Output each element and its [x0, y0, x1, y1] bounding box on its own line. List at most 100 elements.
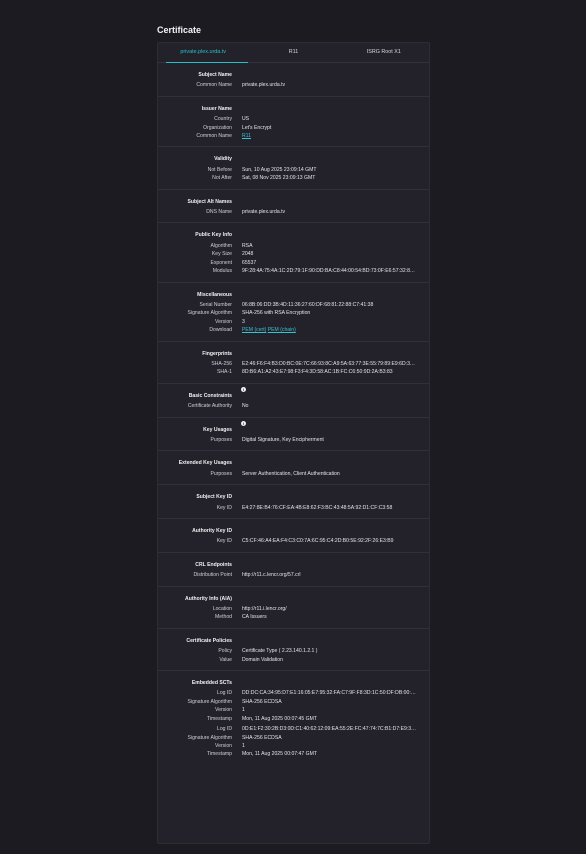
- field-value: 65537: [242, 259, 257, 266]
- field-value: SHA-256 ECDSA: [242, 734, 282, 741]
- section-heading: Authority Key ID: [192, 528, 232, 534]
- section-heading: Key Usages: [203, 426, 232, 433]
- field-value: 2048: [242, 251, 254, 258]
- field-value: Mon, 11 Aug 2025 00:07:47 GMT: [242, 751, 317, 758]
- field-value: US: [242, 116, 250, 123]
- field-value: 3: [242, 318, 245, 325]
- section-heading: Fingerprints: [202, 350, 232, 357]
- validity-section: Validity Not Before Sun, 10 Aug 2025 23:0…: [158, 147, 429, 190]
- certificate-tabs: private.plex.urda.tv R11 ISRG Root X1: [158, 43, 429, 63]
- field-value: http://r11.i.lencr.org/: [242, 606, 287, 613]
- section-heading: Subject Name: [198, 72, 232, 78]
- field-value: SHA-256 with RSA Encryption: [242, 310, 311, 317]
- field-value: C5:CF:46:A4:EA:F4:C3:C0:7A:6C:95:C4:2D:B…: [242, 538, 394, 545]
- extended-key-usages-section: Extended Key Usages Purposes Server Authe…: [158, 451, 429, 486]
- field-label: SHA-256: [211, 360, 232, 367]
- section-heading: Public Key Info: [195, 232, 232, 239]
- issuer-link[interactable]: R11: [242, 133, 251, 139]
- certificate-card: private.plex.urda.tv R11 ISRG Root X1 Su…: [157, 42, 430, 844]
- info-icon[interactable]: i: [241, 420, 246, 426]
- field-label: Distribution Point: [193, 572, 232, 579]
- field-value: Sat, 08 Nov 2025 23:09:13 GMT: [242, 175, 316, 182]
- field-label: Location: [212, 606, 232, 613]
- download-pem-chain-link[interactable]: PEM (chain): [268, 327, 296, 333]
- field-value: 1: [242, 707, 245, 714]
- certificate-policies-section: Certificate Policies Policy Certificate T…: [158, 629, 429, 672]
- key-usages-section: Key Usages i Purposes Digital Signature, K…: [158, 418, 429, 452]
- field-value: 8D:B6:A1:A2:43:E7:98:F3:F4:3D:58:AC:1B:F…: [242, 369, 393, 376]
- field-label: Log ID: [216, 726, 232, 733]
- authority-info-section: Authority Info (AIA) Location http://r11.…: [158, 587, 429, 629]
- field-label: Not After: [212, 175, 232, 182]
- field-label: Country: [214, 116, 232, 123]
- field-label: Version: [215, 742, 232, 749]
- basic-constraints-section: Basic Constraints i Certificate Authority…: [158, 384, 429, 418]
- field-label: Timestamp: [206, 751, 232, 758]
- subject-key-id-section: Subject Key ID Key ID E4:27:8E:B4:76:CF:E…: [158, 485, 429, 519]
- field-label: Exponent: [210, 259, 232, 266]
- field-value: No: [242, 403, 249, 410]
- authority-key-id-section: Authority Key ID Key ID C5:CF:46:A4:EA:F4…: [158, 519, 429, 553]
- field-value: 1: [242, 742, 245, 749]
- tab-leaf-certificate[interactable]: private.plex.urda.tv: [158, 43, 249, 63]
- field-label: Signature Algorithm: [187, 698, 232, 705]
- field-value: Let's Encrypt: [242, 124, 272, 131]
- tab-intermediate-certificate[interactable]: R11: [248, 43, 338, 62]
- field-value: SHA-256 ECDSA: [242, 698, 282, 705]
- field-label: Timestamp: [206, 715, 232, 722]
- field-label: Organization: [203, 124, 232, 131]
- field-label: Key ID: [216, 538, 232, 545]
- field-label: Modulus: [212, 268, 232, 275]
- fingerprints-section: Fingerprints SHA-256 E2:46:F6:F4:B3:D0:BC…: [158, 342, 429, 384]
- field-value: 9F:28:4A:75:4A:1C:2D:79:1F:90:DD:BA:C8:4…: [242, 268, 418, 275]
- field-label: Not Before: [207, 166, 232, 173]
- field-label: SHA-1: [216, 369, 232, 376]
- page-title: Certificate: [157, 25, 202, 35]
- field-label: Certificate Authority: [187, 403, 232, 410]
- field-value: http://r11.c.lencr.org/57.crl: [242, 572, 301, 579]
- field-label: Version: [215, 318, 232, 325]
- public-key-info-section: Public Key Info Algorithm RSA Key Size 204…: [158, 223, 429, 283]
- field-label: Signature Algorithm: [187, 734, 232, 741]
- field-label: Key Size: [211, 251, 232, 258]
- section-heading: CRL Endpoints: [195, 561, 232, 568]
- field-value: 06:8B:06:DD:3B:4D:11:36:27:60:DF:68:81:2…: [242, 301, 374, 308]
- section-heading: Subject Alt Names: [187, 198, 232, 205]
- field-label: Policy: [218, 648, 232, 655]
- subject-alt-names-section: Subject Alt Names DNS Name private.plex.u…: [158, 190, 429, 224]
- field-label: Serial Number: [199, 301, 232, 308]
- field-label: Key ID: [216, 504, 232, 511]
- field-label: Signature Algorithm: [187, 310, 232, 317]
- field-label: Algorithm: [210, 242, 232, 249]
- field-value: CA Issuers: [242, 614, 267, 621]
- field-value: private.plex.urda.tv: [242, 209, 286, 216]
- field-label: Common Name: [196, 82, 232, 89]
- field-value: E2:46:F6:F4:B3:D0:BC:0E:7C:66:93:8C:A9:5…: [242, 360, 418, 367]
- field-value: E4:27:8E:B4:76:CF:EA:4B:E8:62:F3:BC:43:4…: [242, 504, 393, 511]
- section-heading: Validity: [214, 156, 232, 163]
- field-value: Certificate Type ( 2.23.140.1.2.1 ): [242, 648, 318, 655]
- section-heading: Extended Key Usages: [178, 460, 232, 467]
- field-value: DD:DC:CA:34:95:D7:E1:16:05:E7:95:32:FA:C…: [242, 690, 418, 697]
- section-heading: Miscellaneous: [197, 291, 232, 298]
- field-value: Domain Validation: [242, 656, 283, 663]
- embedded-scts-section: Embedded SCTs Log ID DD:DC:CA:34:95:D7:E1…: [158, 671, 429, 765]
- field-value: Sun, 10 Aug 2025 23:09:14 GMT: [242, 166, 317, 173]
- field-value: private.plex.urda.tv: [242, 82, 286, 89]
- field-label: Purposes: [210, 470, 232, 477]
- field-label: Method: [215, 614, 232, 621]
- field-label: Log ID: [216, 690, 232, 697]
- tab-root-certificate[interactable]: ISRG Root X1: [339, 43, 429, 62]
- crl-endpoints-section: CRL Endpoints Distribution Point http://r…: [158, 553, 429, 587]
- subject-name-section: Subject Name Common Name private.plex.urd…: [158, 63, 429, 97]
- field-value: Server Authentication, Client Authentica…: [242, 470, 340, 477]
- field-value: RSA: [242, 242, 253, 249]
- field-value: 0D:E1:F2:30:2B:D3:0D:C1:40:62:12:09:EA:5…: [242, 726, 418, 733]
- field-label: Version: [215, 707, 232, 714]
- section-heading: Embedded SCTs: [191, 680, 232, 687]
- info-icon[interactable]: i: [241, 386, 246, 392]
- issuer-name-section: Issuer Name Country US Organization Let's …: [158, 97, 429, 148]
- section-heading: Basic Constraints: [188, 392, 232, 399]
- section-heading: Subject Key ID: [196, 494, 232, 501]
- download-pem-cert-link[interactable]: PEM (cert): [242, 327, 266, 333]
